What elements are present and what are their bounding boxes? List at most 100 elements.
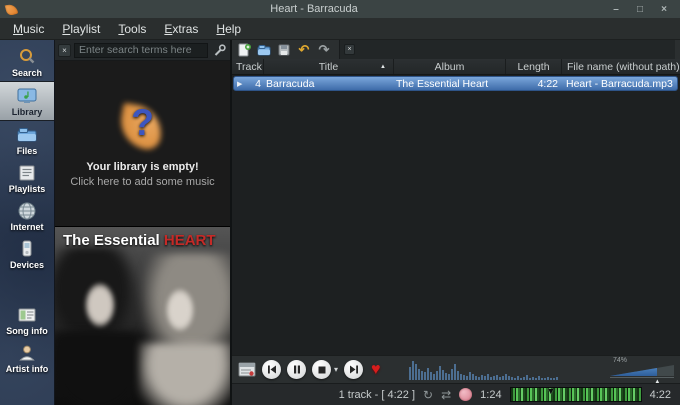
- sidebar-item-label: Library: [11, 107, 43, 117]
- menu-bar: Music Playlist Tools Extras Help: [0, 18, 680, 40]
- menu-tools[interactable]: Tools: [109, 20, 155, 38]
- column-track[interactable]: Track: [232, 59, 264, 74]
- scrobble-toggle-icon[interactable]: [459, 388, 473, 401]
- clear-search-button[interactable]: ×: [58, 43, 71, 57]
- open-playlist-button[interactable]: [257, 43, 271, 57]
- new-playlist-button[interactable]: [237, 43, 251, 57]
- sidebar-item-devices[interactable]: Devices: [0, 235, 54, 273]
- column-length[interactable]: Length: [506, 59, 562, 74]
- repeat-button[interactable]: ↻: [423, 389, 433, 401]
- pause-button[interactable]: [287, 360, 306, 379]
- song-info-icon: [15, 305, 39, 325]
- artist-info-icon: [15, 343, 39, 363]
- playlist-toolbar: ↶ ↷ ×: [232, 40, 680, 59]
- track-cell: ▶ 4: [237, 77, 261, 90]
- length-cell: 4:22: [537, 77, 558, 90]
- sidebar-item-label: Files: [16, 146, 38, 156]
- playlist-panel: ↶ ↷ × Track Title ▲ Album Length File nam…: [232, 40, 680, 405]
- playlists-icon: [15, 163, 39, 183]
- sidebar-item-internet[interactable]: Internet: [0, 197, 54, 235]
- clementine-logo-icon: [4, 2, 19, 16]
- globe-icon: [15, 201, 39, 221]
- sidebar-item-label: Playlists: [8, 184, 46, 194]
- sidebar-item-library[interactable]: Library: [0, 81, 54, 121]
- column-album[interactable]: Album: [394, 59, 506, 74]
- title-cell: Barracuda: [266, 77, 315, 90]
- column-filename[interactable]: File name (without path): [562, 59, 680, 74]
- window-title: Heart - Barracuda: [270, 3, 358, 15]
- library-panel: × ? Your library is empty! Click here to…: [55, 40, 232, 405]
- open-folder-icon: [257, 44, 271, 55]
- seek-marker: ▼: [546, 386, 556, 396]
- folder-icon: [15, 125, 39, 145]
- magnifier-icon: [15, 47, 39, 67]
- playlist-tab-bar: ×: [339, 40, 675, 59]
- total-time: 4:22: [649, 388, 671, 401]
- stop-button[interactable]: [312, 360, 331, 379]
- previous-button[interactable]: [262, 360, 281, 379]
- redo-button[interactable]: ↷: [317, 43, 331, 57]
- minimize-button[interactable]: –: [604, 4, 628, 15]
- library-empty-state[interactable]: ? Your library is empty! Click here to a…: [55, 61, 230, 227]
- menu-music[interactable]: Music: [4, 20, 53, 38]
- volume-fill: [610, 365, 658, 376]
- playlist-header: Track Title ▲ Album Length File name (wit…: [232, 59, 680, 75]
- sidebar-item-label: Internet: [10, 222, 44, 232]
- playlist-body: ▶ 4 Barracuda The Essential Heart 4:22 He…: [232, 75, 680, 355]
- playlist-row[interactable]: ▶ 4 Barracuda The Essential Heart 4:22 He…: [233, 76, 678, 91]
- playlist-panel-icon: [238, 362, 256, 377]
- library-search-bar: ×: [55, 40, 230, 61]
- next-icon: [349, 365, 358, 374]
- volume-marker-icon: ▲: [654, 379, 661, 385]
- playlist-options-button[interactable]: [238, 362, 256, 377]
- sidebar-item-label: Search: [11, 68, 43, 78]
- device-icon: [15, 239, 39, 259]
- seek-bar[interactable]: ▼: [509, 386, 642, 402]
- sidebar-item-search[interactable]: Search: [0, 43, 54, 81]
- track-summary: 1 track - [ 4:22 ]: [338, 388, 416, 401]
- player-bar: ▾ ♥ 74% ▲: [232, 355, 680, 385]
- undo-button[interactable]: ↶: [297, 43, 311, 57]
- spectrum-analyzer: [408, 358, 602, 380]
- maximize-button[interactable]: □: [628, 4, 652, 15]
- next-button[interactable]: [344, 360, 364, 379]
- sidebar-item-playlists[interactable]: Playlists: [0, 159, 54, 197]
- search-input[interactable]: [74, 42, 208, 58]
- save-disk-icon: [278, 44, 290, 55]
- pause-icon: [293, 365, 300, 374]
- clementine-question-icon: ?: [114, 100, 172, 152]
- album-art-title: The Essential HEART: [63, 232, 216, 249]
- close-button[interactable]: ×: [652, 4, 676, 15]
- new-playlist-icon: [238, 43, 251, 56]
- sidebar-item-label: Artist info: [5, 364, 49, 374]
- tab-close-button[interactable]: ×: [344, 44, 355, 55]
- wrench-icon: [214, 43, 226, 56]
- volume-slider[interactable]: 74% ▲: [610, 357, 674, 385]
- column-title[interactable]: Title ▲: [264, 59, 394, 74]
- sidebar-item-song-info[interactable]: Song info: [0, 301, 54, 339]
- volume-percent-label: 74%: [613, 357, 628, 364]
- library-icon: [15, 86, 39, 106]
- menu-playlist[interactable]: Playlist: [53, 20, 109, 38]
- library-empty-subtitle: Click here to add some music: [70, 175, 215, 188]
- love-track-button[interactable]: ♥: [371, 361, 381, 378]
- app-window: Heart - Barracuda – □ × Music Playlist T…: [0, 0, 680, 405]
- sidebar-item-label: Song info: [6, 326, 48, 336]
- search-settings-button[interactable]: [211, 43, 227, 58]
- shuffle-button[interactable]: ⇄: [441, 389, 451, 401]
- sidebar-item-files[interactable]: Files: [0, 121, 54, 159]
- album-cell: The Essential Heart: [396, 77, 489, 90]
- sidebar: Search Library Files Playlists Internet …: [0, 40, 55, 405]
- status-bar: 1 track - [ 4:22 ] ↻ ⇄ 1:24 ▼ 4:22: [232, 383, 680, 405]
- save-playlist-button[interactable]: [277, 43, 291, 57]
- elapsed-time: 1:24: [480, 388, 502, 401]
- sidebar-item-artist-info[interactable]: Artist info: [0, 339, 54, 377]
- menu-help[interactable]: Help: [207, 20, 250, 38]
- stop-after-dropdown[interactable]: ▾: [334, 365, 338, 374]
- volume-wedge: [610, 365, 674, 376]
- undo-icon: ↶: [298, 41, 310, 57]
- filename-cell: Heart - Barracuda.mp3: [566, 77, 673, 90]
- sort-ascending-icon: ▲: [380, 64, 386, 70]
- menu-extras[interactable]: Extras: [155, 20, 207, 38]
- library-empty-title: Your library is empty!: [86, 160, 199, 173]
